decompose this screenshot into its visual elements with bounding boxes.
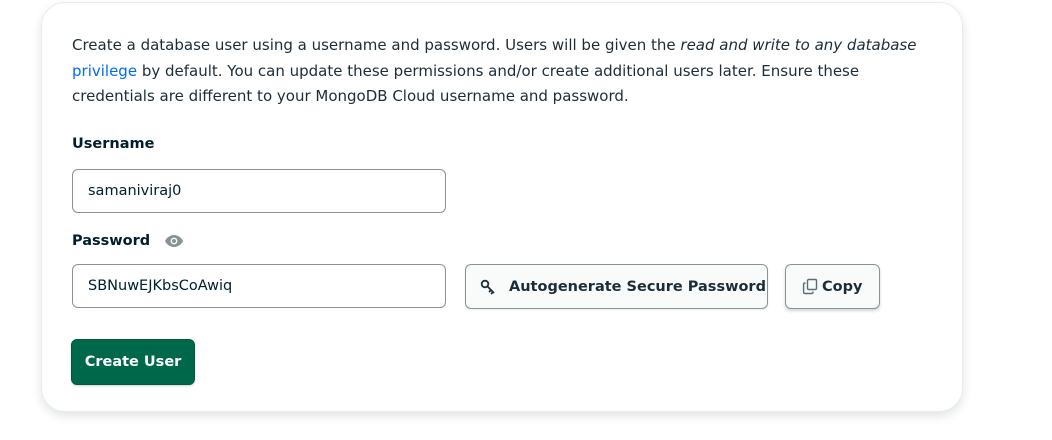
- username-label: Username: [72, 136, 155, 152]
- password-label: Password: [72, 233, 151, 249]
- instructions-text-part-2: by default. You can update these permiss…: [72, 61, 860, 106]
- create-user-button[interactable]: Create User: [71, 339, 195, 385]
- copy-label: Copy: [822, 278, 863, 295]
- password-input[interactable]: [72, 264, 446, 308]
- instructions-emphasis: read and write to any database: [680, 36, 917, 54]
- autogenerate-password-label: Autogenerate Secure Password: [509, 278, 766, 295]
- key-icon: [480, 279, 496, 295]
- copy-icon: [802, 278, 819, 295]
- username-input[interactable]: [72, 169, 446, 213]
- create-user-card: Create a database user using a username …: [41, 2, 963, 412]
- copy-password-button[interactable]: Copy: [785, 264, 880, 309]
- privilege-link[interactable]: privilege: [72, 62, 137, 80]
- instructions-text-part-1: Create a database user using a username …: [72, 36, 681, 54]
- instructions-text: Create a database user using a username …: [72, 33, 942, 110]
- eye-icon[interactable]: [163, 233, 185, 249]
- autogenerate-password-button[interactable]: Autogenerate Secure Password: [465, 264, 768, 309]
- password-label-row: Password: [72, 233, 185, 249]
